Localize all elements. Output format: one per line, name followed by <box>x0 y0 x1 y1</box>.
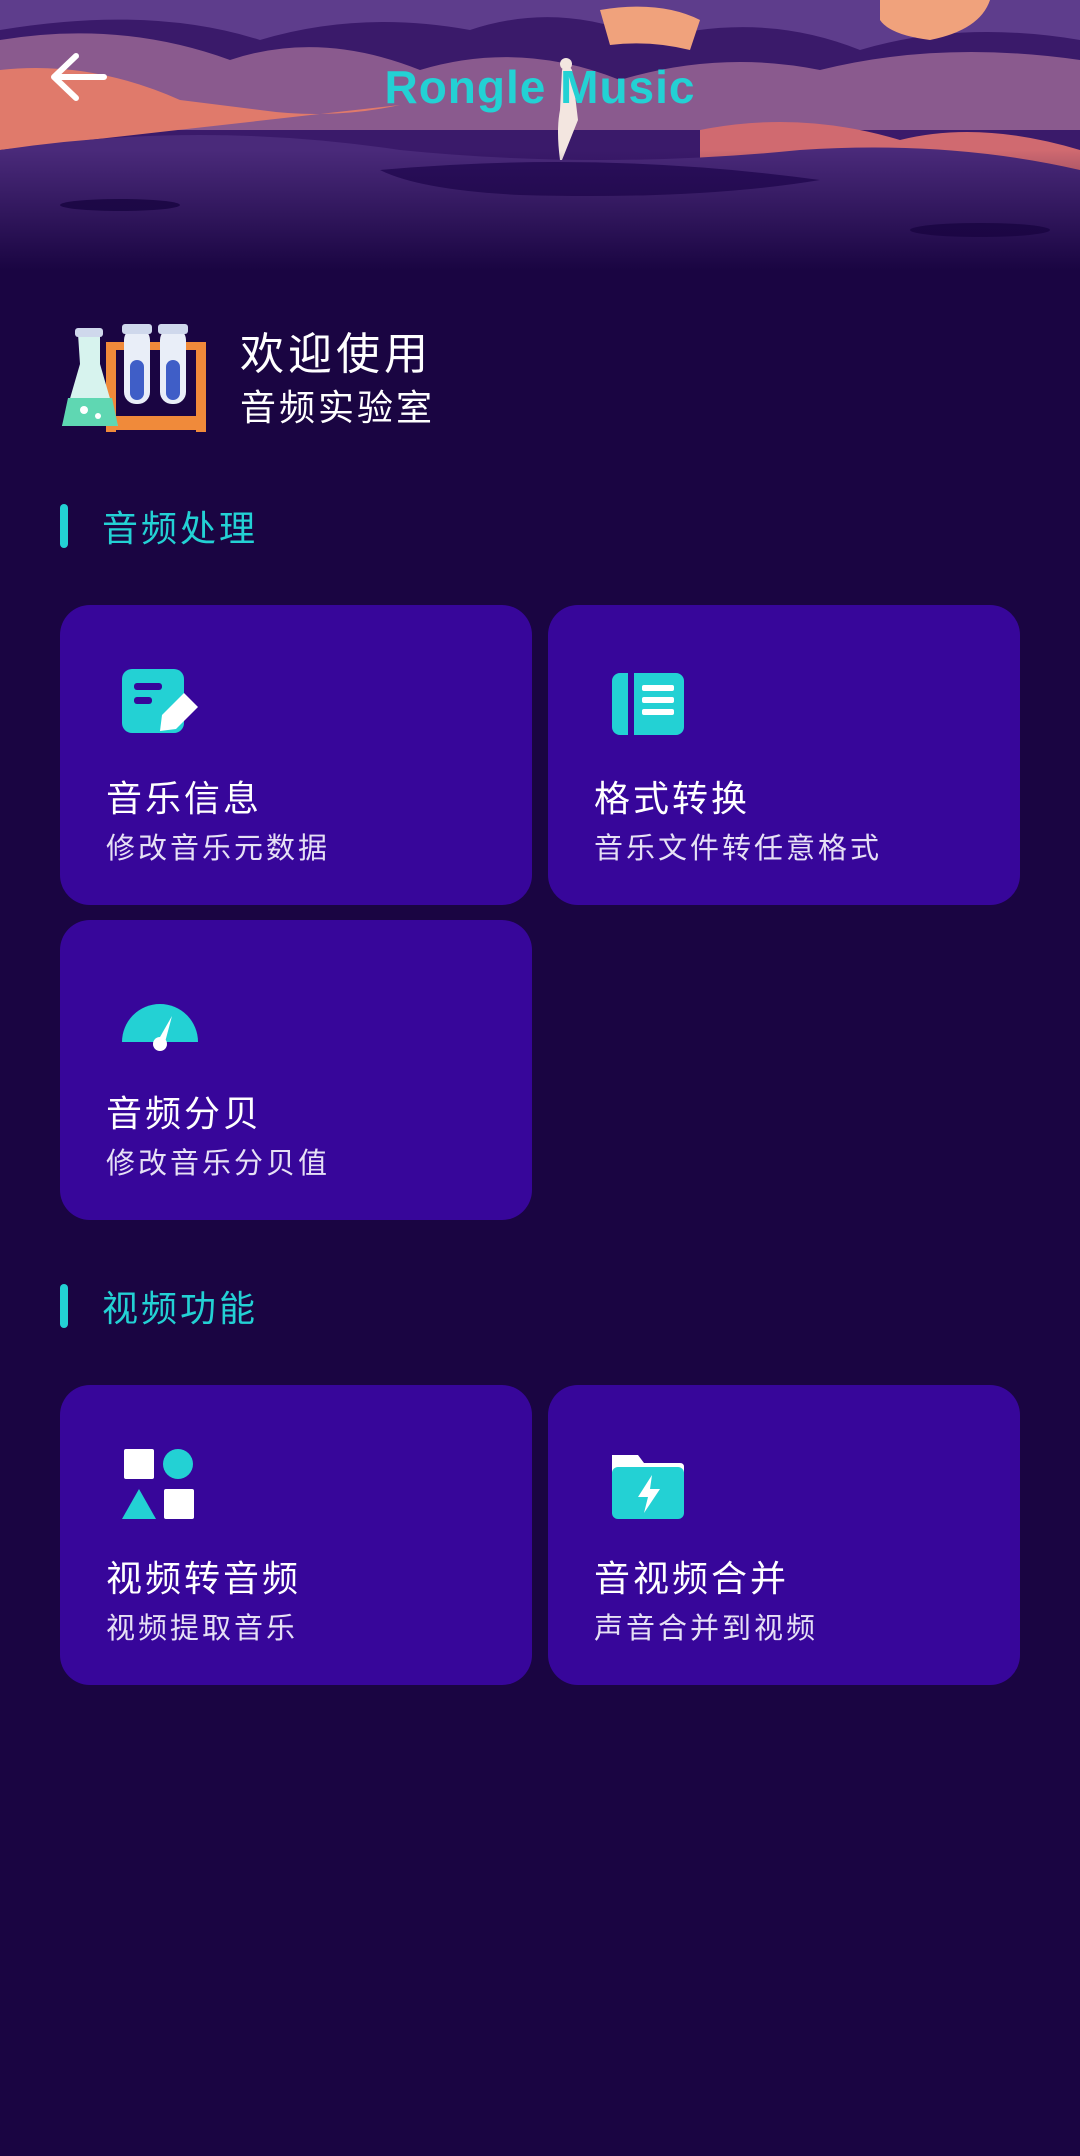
card-title: 音频分贝 <box>106 1094 263 1135</box>
section-audio-header: 音频处理 <box>60 500 258 552</box>
section-label: 视频功能 <box>102 1289 259 1330</box>
book-icon <box>612 673 684 735</box>
section-accent-bar <box>60 1284 68 1328</box>
welcome-block: 欢迎使用 音频实验室 <box>60 320 435 440</box>
mountain-illustration <box>0 0 1080 270</box>
card-description: 修改音乐元数据 <box>106 831 331 865</box>
section-accent-bar <box>60 504 68 548</box>
shapes-icon <box>122 1449 194 1519</box>
card-format-convert[interactable]: 格式转换 音乐文件转任意格式 <box>548 605 1020 905</box>
card-av-merge[interactable]: 音视频合并 声音合并到视频 <box>548 1385 1020 1685</box>
card-title: 视频转音频 <box>106 1559 302 1600</box>
lab-flasks-icon <box>62 324 206 432</box>
card-title: 格式转换 <box>594 779 751 820</box>
card-description: 视频提取音乐 <box>106 1611 299 1645</box>
card-audio-decibel[interactable]: 音频分贝 修改音乐分贝值 <box>60 920 532 1220</box>
card-video-to-audio[interactable]: 视频转音频 视频提取音乐 <box>60 1385 532 1685</box>
card-title: 音视频合并 <box>594 1559 790 1600</box>
welcome-title: 欢迎使用 <box>240 329 432 380</box>
gauge-icon <box>122 1004 198 1051</box>
edit-note-icon <box>122 669 198 733</box>
card-description: 音乐文件转任意格式 <box>594 831 883 865</box>
app-title: Rongle Music <box>384 61 696 113</box>
card-description: 修改音乐分贝值 <box>106 1146 331 1180</box>
welcome-subtitle: 音频实验室 <box>240 388 436 429</box>
section-video-header: 视频功能 <box>60 1280 258 1332</box>
card-music-info[interactable]: 音乐信息 修改音乐元数据 <box>60 605 532 905</box>
header-banner: Rongle Music <box>0 0 1080 270</box>
card-title: 音乐信息 <box>106 779 263 820</box>
section-label: 音频处理 <box>102 509 259 550</box>
folder-lightning-icon <box>612 1455 684 1519</box>
card-description: 声音合并到视频 <box>594 1611 819 1645</box>
